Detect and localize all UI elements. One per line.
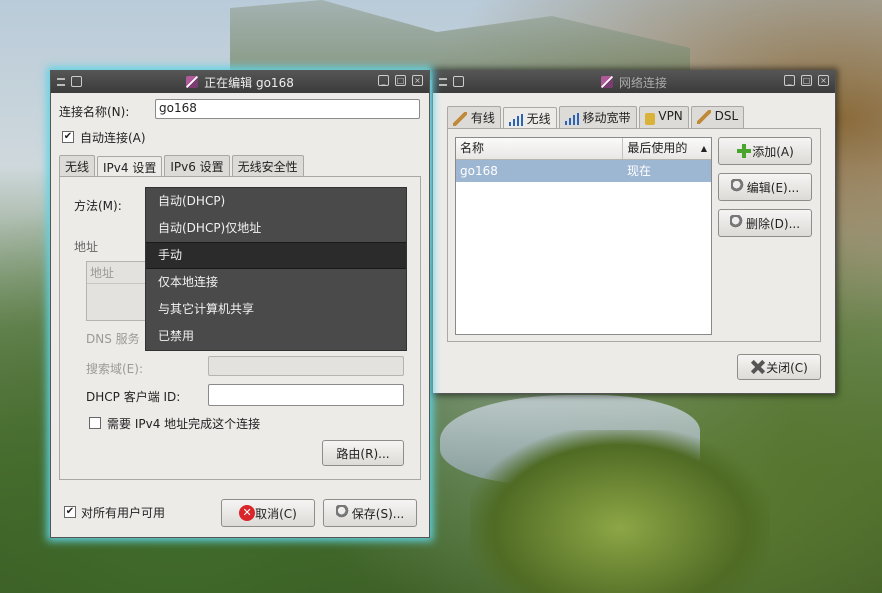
connection-name-label: 连接名称(N): <box>59 105 130 119</box>
sticky-icon[interactable] <box>453 76 464 87</box>
all-users-label[interactable]: 对所有用户可用 <box>81 504 165 521</box>
edit-window-title: 正在编辑 go168 <box>204 75 294 90</box>
wifi-signal-icon <box>508 113 523 126</box>
cancel-button[interactable]: ✕ 取消(C) <box>221 499 315 527</box>
tab-wired[interactable]: 有线 <box>447 106 501 128</box>
search-domains-label: 搜索域(E): <box>86 362 143 376</box>
search-domains-field <box>208 356 404 376</box>
tab-mobile-broadband[interactable]: 移动宽带 <box>558 106 637 128</box>
routes-button[interactable]: 路由(R)... <box>322 440 404 466</box>
network-window-titlebar[interactable]: 网络连接 _ □ × <box>433 71 835 93</box>
close-window-button[interactable]: × <box>412 75 423 86</box>
auto-connect-checkbox[interactable]: ✔ <box>62 131 74 143</box>
edit-icon <box>730 179 747 195</box>
wireless-tab-panel: 名称 最后使用的 ▲ go168 现在 添加(A) 编辑(E)... 删除(D)… <box>447 128 821 342</box>
maximize-button[interactable]: □ <box>801 75 812 86</box>
tab-vpn[interactable]: VPN <box>638 106 689 128</box>
minimize-button[interactable]: _ <box>784 75 795 86</box>
network-app-icon <box>600 76 613 88</box>
menu-item-link-local[interactable]: 仅本地连接 <box>146 269 406 296</box>
tab-wireless-security[interactable]: 无线安全性 <box>231 155 304 177</box>
address-section-label: 地址 <box>74 240 99 254</box>
list-header: 名称 最后使用的 ▲ <box>456 138 711 160</box>
table-row[interactable]: go168 现在 <box>456 160 711 182</box>
delete-icon <box>729 215 746 231</box>
wired-icon <box>453 111 467 126</box>
sticky-icon[interactable] <box>71 76 82 87</box>
all-users-checkbox[interactable]: ✔ <box>64 506 76 518</box>
network-window-title: 网络连接 <box>618 75 667 90</box>
sort-ascending-icon: ▲ <box>700 144 707 153</box>
menu-item-dhcp-address-only[interactable]: 自动(DHCP)仅地址 <box>146 215 406 242</box>
add-icon <box>736 143 752 159</box>
connection-name-field[interactable]: go168 <box>155 99 420 119</box>
row-name: go168 <box>460 164 498 178</box>
mobile-signal-icon <box>564 112 579 125</box>
tab-ipv4[interactable]: IPv4 设置 <box>97 156 163 178</box>
row-last-used: 现在 <box>627 164 652 178</box>
tab-dsl[interactable]: DSL <box>690 106 745 128</box>
method-dropdown-menu: 自动(DHCP) 自动(DHCP)仅地址 手动 仅本地连接 与其它计算机共享 已… <box>145 187 407 351</box>
tab-wireless[interactable]: 无线 <box>502 107 557 129</box>
menu-item-disabled[interactable]: 已禁用 <box>146 323 406 350</box>
close-window-button[interactable]: × <box>818 75 829 86</box>
dsl-icon <box>696 109 711 124</box>
require-ipv4-checkbox[interactable] <box>89 417 101 429</box>
tab-ipv6[interactable]: IPv6 设置 <box>164 155 230 177</box>
lock-icon <box>644 112 655 125</box>
dhcp-client-id-label: DHCP 客户端 ID: <box>86 390 181 404</box>
edit-button[interactable]: 编辑(E)... <box>718 173 812 201</box>
column-name[interactable]: 名称 <box>456 138 624 159</box>
network-app-icon <box>186 76 199 88</box>
menu-item-shared[interactable]: 与其它计算机共享 <box>146 296 406 323</box>
cancel-icon: ✕ <box>239 505 256 521</box>
window-menu-icon[interactable] <box>439 77 447 86</box>
dhcp-client-id-field[interactable] <box>208 384 404 406</box>
maximize-button[interactable]: □ <box>395 75 406 86</box>
edit-window-titlebar[interactable]: 正在编辑 go168 _ □ × <box>51 71 429 93</box>
method-label: 方法(M): <box>74 199 122 213</box>
menu-item-dhcp[interactable]: 自动(DHCP) <box>146 188 406 215</box>
menu-item-manual[interactable]: 手动 <box>146 242 406 269</box>
auto-connect-label[interactable]: 自动连接(A) <box>80 129 146 146</box>
minimize-button[interactable]: _ <box>378 75 389 86</box>
close-icon <box>750 359 766 375</box>
close-button[interactable]: 关闭(C) <box>737 354 821 380</box>
connection-list[interactable]: 名称 最后使用的 ▲ go168 现在 <box>455 137 712 335</box>
delete-button[interactable]: 删除(D)... <box>718 209 812 237</box>
wallpaper-mountains <box>230 0 690 80</box>
add-button[interactable]: 添加(A) <box>718 137 812 165</box>
window-menu-icon[interactable] <box>57 77 65 86</box>
network-type-tabs: 有线 无线 移动宽带 VPN DSL <box>447 106 745 129</box>
network-connections-window: 网络连接 _ □ × 有线 无线 移动宽带 VPN DSL 名称 最后使用的 ▲… <box>432 70 836 394</box>
require-ipv4-label[interactable]: 需要 IPv4 地址完成这个连接 <box>107 415 260 432</box>
save-icon <box>335 505 352 521</box>
column-last-used[interactable]: 最后使用的 ▲ <box>623 138 711 159</box>
tab-wireless[interactable]: 无线 <box>59 155 96 177</box>
dns-label: DNS 服务 <box>86 332 140 346</box>
settings-tabs: 无线 IPv4 设置 IPv6 设置 无线安全性 <box>59 155 304 178</box>
wallpaper-grass <box>470 430 770 593</box>
save-button[interactable]: 保存(S)... <box>323 499 417 527</box>
